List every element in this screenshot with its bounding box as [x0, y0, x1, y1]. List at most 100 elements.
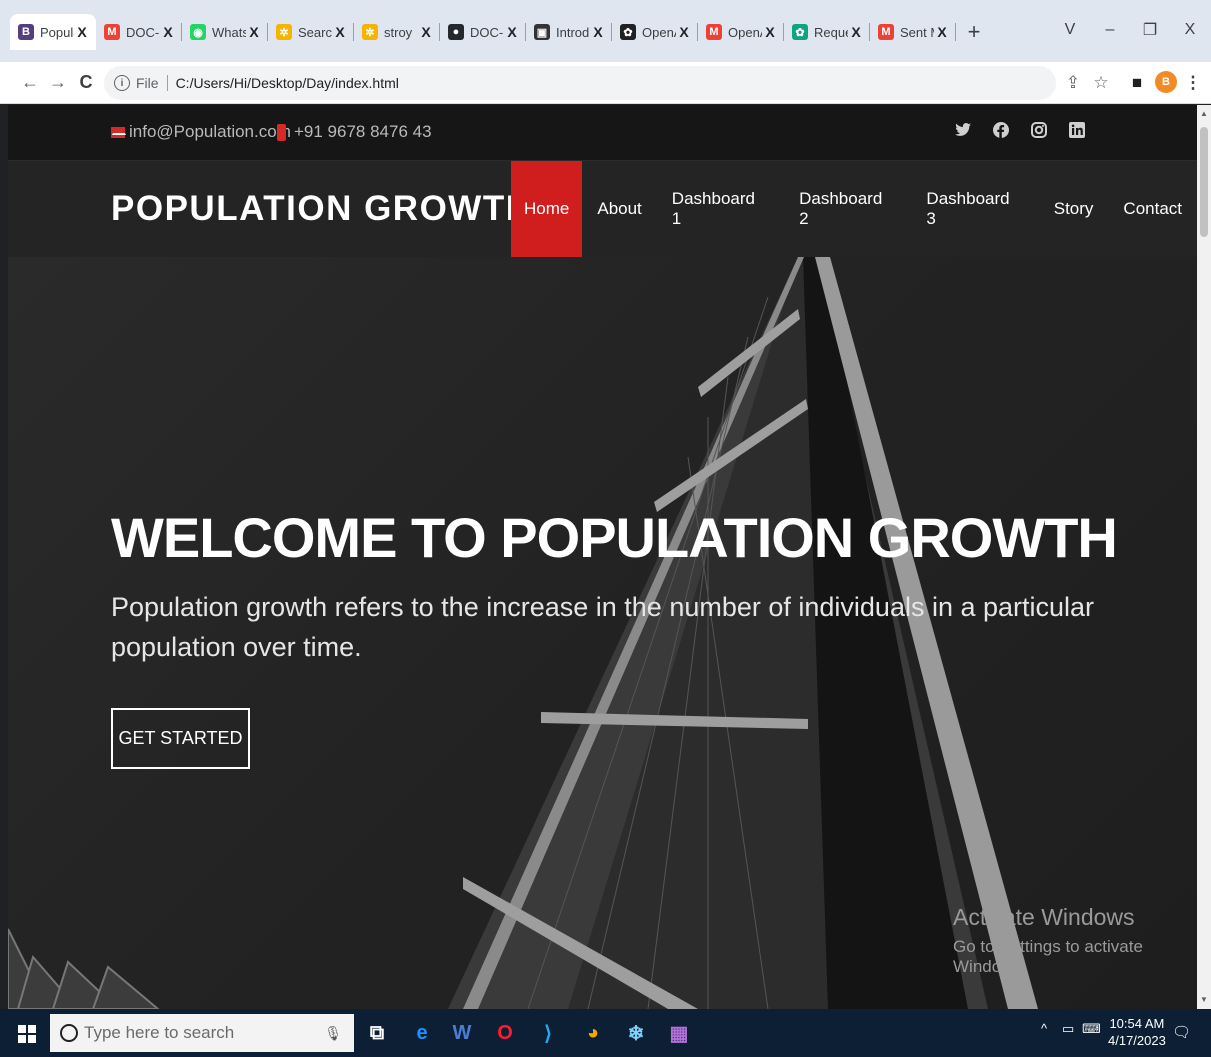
scroll-down-arrow-icon[interactable]: ▼: [1197, 993, 1211, 1007]
share-button[interactable]: ⇪: [1062, 72, 1084, 94]
openai-icon: ✿: [620, 24, 636, 40]
browser-tab[interactable]: ✿ RequeX: [784, 14, 870, 50]
browser-tab[interactable]: ● DOC-2X: [440, 14, 526, 50]
scrollbar-thumb[interactable]: [1200, 127, 1208, 237]
facebook-link[interactable]: [991, 121, 1011, 143]
nav-item-dashboard-2[interactable]: Dashboard 2: [784, 161, 911, 257]
back-arrow-icon: ←: [21, 71, 39, 92]
word-icon[interactable]: W: [447, 1018, 477, 1048]
browser-tab[interactable]: M DOC-2X: [96, 14, 182, 50]
close-tab-icon[interactable]: X: [848, 24, 864, 40]
battery-tray[interactable]: ▭: [1062, 1021, 1074, 1037]
notification-center-button[interactable]: 🗨: [1172, 1023, 1191, 1043]
browser-tab[interactable]: ✿ OpenAX: [612, 14, 698, 50]
close-tab-icon[interactable]: X: [74, 24, 90, 40]
watermark-subtitle: Go to Settings to activate Windows.: [953, 937, 1143, 976]
clock-time: 10:54 AM: [1109, 1016, 1165, 1031]
winrar-icon[interactable]: ▦: [664, 1018, 694, 1048]
browser-tab[interactable]: ✲ SearchX: [268, 14, 354, 50]
close-window-button[interactable]: X: [1170, 14, 1210, 46]
show-hidden-icons-button[interactable]: ^: [1041, 1021, 1047, 1036]
keyboard-tray[interactable]: ⌨: [1082, 1021, 1101, 1037]
hero-title: WELCOME TO POPULATION GROWTH: [111, 506, 1118, 569]
get-started-button[interactable]: GET STARTED: [111, 708, 250, 769]
close-tab-icon[interactable]: X: [590, 24, 606, 40]
tab-search-button[interactable]: V: [1050, 14, 1090, 46]
close-tab-icon[interactable]: X: [160, 24, 176, 40]
minimize-icon: –: [1105, 21, 1115, 38]
nav-item-about[interactable]: About: [582, 161, 656, 257]
close-tab-icon[interactable]: X: [504, 24, 520, 40]
restore-button[interactable]: ❐: [1130, 14, 1170, 46]
scroll-up-arrow-icon[interactable]: ▲: [1197, 107, 1211, 121]
site-logo[interactable]: POPULATION GROWTH: [111, 189, 533, 229]
cortana-icon: [60, 1024, 78, 1042]
browser-tab[interactable]: ◉ Whats X: [182, 14, 268, 50]
snowflake-app-icon[interactable]: ❄: [621, 1018, 651, 1048]
nav-item-dashboard-3[interactable]: Dashboard 3: [911, 161, 1038, 257]
whatsapp-icon: ◉: [190, 24, 206, 40]
site-info-icon[interactable]: i: [114, 75, 130, 91]
close-tab-icon[interactable]: X: [762, 24, 778, 40]
email-contact[interactable]: info@Population.com: [111, 122, 291, 142]
browser-tab[interactable]: M OpenAX: [698, 14, 784, 50]
close-tab-icon[interactable]: X: [418, 24, 434, 40]
openai-icon: ✿: [792, 24, 808, 40]
chevron-down-icon: V: [1064, 21, 1076, 38]
twitter-link[interactable]: [953, 121, 973, 143]
nav-item-contact[interactable]: Contact: [1108, 161, 1197, 257]
edge-icon[interactable]: e: [407, 1018, 437, 1048]
chevron-up-icon: ^: [1041, 1021, 1048, 1036]
start-button[interactable]: [18, 1025, 36, 1043]
new-tab-button[interactable]: +: [960, 14, 988, 50]
address-bar[interactable]: i File C:/Users/Hi/Desktop/Day/index.htm…: [104, 66, 1056, 100]
vscode-icon[interactable]: ⟩: [533, 1018, 563, 1048]
reload-button[interactable]: C: [72, 68, 100, 96]
share-icon: ⇪: [1065, 73, 1081, 92]
phone-contact[interactable]: +91 9678 8476 43: [277, 122, 432, 142]
file-scheme-label: File: [136, 75, 159, 91]
browser-tab[interactable]: ▣ Introd X: [526, 14, 612, 50]
watermark-title: Activate Windows: [953, 904, 1135, 930]
close-tab-icon[interactable]: X: [246, 24, 262, 40]
tab-title: stroy: [384, 24, 413, 40]
minimize-button[interactable]: –: [1090, 14, 1130, 46]
task-view-icon[interactable]: ⧉: [362, 1018, 392, 1048]
tab-title: Popula: [40, 24, 74, 40]
system-clock[interactable]: 10:54 AM 4/17/2023: [1108, 1015, 1166, 1049]
windows-logo-icon: [18, 1025, 26, 1033]
close-tab-icon[interactable]: X: [332, 24, 348, 40]
bookmark-button[interactable]: ☆: [1090, 72, 1112, 94]
taskbar-search[interactable]: Type here to search 🎙: [50, 1014, 354, 1052]
restore-icon: ❐: [1142, 22, 1158, 39]
browser-menu-button[interactable]: ⋮: [1182, 72, 1204, 94]
reload-icon: C: [79, 71, 93, 92]
nav-item-dashboard-1[interactable]: Dashboard 1: [657, 161, 784, 257]
chrome-icon[interactable]: ◕: [578, 1018, 608, 1048]
browser-tab[interactable]: B PopulaX: [10, 14, 96, 50]
instagram-link[interactable]: [1029, 121, 1049, 143]
keyboard-icon: ⌨: [1082, 1021, 1101, 1036]
forward-button[interactable]: →: [44, 68, 72, 96]
page-scrollbar[interactable]: ▲ ▼: [1197, 105, 1211, 1009]
url-text[interactable]: C:/Users/Hi/Desktop/Day/index.html: [176, 75, 399, 91]
gmail-icon: M: [104, 24, 120, 40]
close-tab-icon[interactable]: X: [676, 24, 692, 40]
back-button[interactable]: ←: [16, 68, 44, 96]
browser-tab[interactable]: ✲ stroy X: [354, 14, 440, 50]
nav-item-home[interactable]: Home: [511, 161, 583, 257]
side-panel-button[interactable]: ■: [1126, 72, 1148, 94]
page-viewport: info@Population.com +91 9678 8476 43 POP…: [8, 105, 1197, 1009]
linkedin-link[interactable]: [1067, 121, 1087, 143]
email-text: info@Population.com: [129, 122, 291, 141]
opera-icon[interactable]: O: [490, 1018, 520, 1048]
more-vert-icon: ⋮: [1184, 73, 1202, 92]
close-tab-icon[interactable]: X: [934, 24, 950, 40]
profile-avatar[interactable]: B: [1155, 71, 1177, 93]
browser-tab[interactable]: M Sent MX: [870, 14, 956, 50]
microphone-icon[interactable]: 🎙: [324, 1025, 342, 1042]
nav-item-story[interactable]: Story: [1039, 161, 1109, 257]
star-icon: ☆: [1093, 73, 1109, 92]
tab-title: Sent M: [900, 24, 934, 40]
windows-taskbar: Type here to search 🎙 ⧉ e W O ⟩ ◕ ❄ ▦ ^ ▭ ⌨ 10:…: [0, 1009, 1211, 1057]
